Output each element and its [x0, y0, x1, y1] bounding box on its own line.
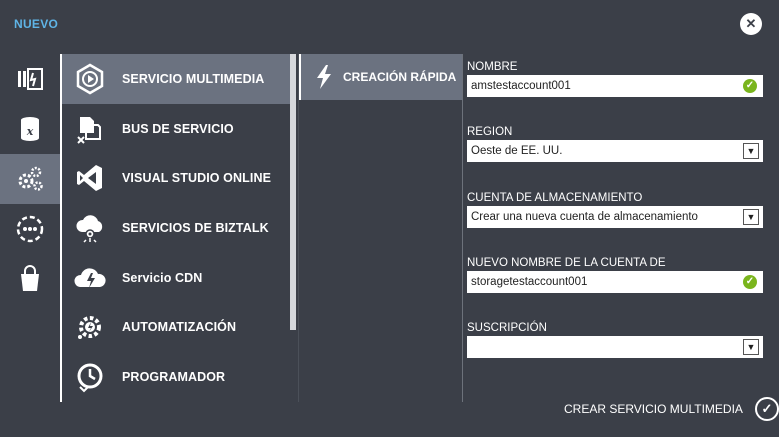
media-services-icon [72, 61, 108, 97]
automation-gear-icon [72, 309, 108, 345]
name-value: amstestaccount001 [471, 80, 571, 92]
new-storage-value: storagetestaccount001 [471, 276, 588, 288]
cdn-cloud-icon [72, 260, 108, 296]
column-divider [462, 54, 463, 402]
category-label: SERVICIOS DE BIZTALK [122, 220, 269, 235]
dialog-title: NUEVO [14, 17, 59, 31]
category-item-automation[interactable]: AUTOMATIZACIÓN [62, 302, 296, 352]
store-bag-icon [21, 265, 39, 291]
storage-group: CUENTA DE ALMACENAMIENTO Crear una nueva… [467, 191, 767, 228]
create-media-service-button[interactable]: CREAR SERVICIO MULTIMEDIA ✓ [564, 397, 779, 421]
category-label: VISUAL STUDIO ONLINE [122, 171, 272, 186]
category-label: AUTOMATIZACIÓN [122, 320, 237, 335]
category-item-media-services[interactable]: SERVICIO MULTIMEDIA [62, 54, 296, 104]
new-storage-group: NUEVO NOMBRE DE LA CUENTA DE ALMACENAMIE… [467, 256, 767, 293]
chevron-down-icon[interactable]: ▼ [743, 143, 759, 159]
category-item-visual-studio[interactable]: VISUAL STUDIO ONLINE [62, 153, 296, 203]
region-group: REGION Oeste de EE. UU. ▼ [467, 125, 767, 162]
storage-value: Crear una nueva cuenta de almacenamiento [471, 211, 698, 223]
rail-item-store[interactable] [0, 254, 60, 304]
method-label: CREACIÓN RÁPIDA [343, 70, 457, 84]
name-field[interactable]: amstestaccount001 ✓ [467, 75, 763, 97]
submit-label: CREAR SERVICIO MULTIMEDIA [564, 402, 743, 416]
rail-item-network-services[interactable] [0, 204, 60, 254]
category-label: PROGRAMADOR [122, 369, 226, 384]
new-storage-label: NUEVO NOMBRE DE LA CUENTA DE ALMACENAMIE… [467, 257, 666, 284]
category-item-biztalk[interactable]: SERVICIOS DE BIZTALK [62, 203, 296, 253]
create-method-list: CREACIÓN RÁPIDA [298, 54, 462, 402]
category-list: SERVICIO MULTIMEDIA BUS DE SERVICIO VISU… [60, 54, 296, 402]
region-value: Oeste de EE. UU. [471, 145, 563, 157]
scheduler-clock-icon [72, 359, 108, 395]
svg-text:x: x [26, 125, 34, 138]
web-sites-icon [18, 68, 43, 90]
storage-label: CUENTA DE ALMACENAMIENTO [467, 192, 643, 204]
rail-item-web-sites[interactable] [0, 54, 60, 104]
category-item-service-bus[interactable]: BUS DE SERVICIO [62, 104, 296, 154]
method-item-quick-create[interactable]: CREACIÓN RÁPIDA [299, 54, 462, 100]
subscription-group: SUSCRIPCIÓN ▼ [467, 321, 767, 358]
close-icon[interactable]: ✕ [740, 13, 762, 35]
rail-item-sql-database[interactable]: x [0, 104, 60, 154]
category-rail: x [0, 54, 60, 304]
biztalk-cloud-icon [72, 210, 108, 246]
storage-select[interactable]: Crear una nueva cuenta de almacenamiento… [467, 206, 763, 228]
category-item-scheduler[interactable]: PROGRAMADOR [62, 352, 296, 402]
subscription-select[interactable]: ▼ [467, 336, 763, 358]
subscription-label: SUSCRIPCIÓN [467, 322, 547, 334]
category-label: Servicio CDN [122, 270, 203, 285]
network-services-icon [16, 215, 44, 243]
chevron-down-icon[interactable]: ▼ [743, 209, 759, 225]
name-label: NOMBRE [467, 61, 518, 73]
category-item-cdn[interactable]: Servicio CDN [62, 253, 296, 303]
sql-database-icon: x [21, 117, 39, 141]
region-select[interactable]: Oeste de EE. UU. ▼ [467, 140, 763, 162]
name-group: NOMBRE amstestaccount001 ✓ [467, 60, 767, 97]
valid-check-icon: ✓ [743, 79, 757, 93]
service-bus-icon [72, 111, 108, 147]
valid-check-icon: ✓ [743, 275, 757, 289]
category-scrollbar[interactable] [290, 54, 296, 330]
category-label: SERVICIO MULTIMEDIA [122, 71, 265, 86]
new-storage-field[interactable]: storagetestaccount001 ✓ [467, 271, 763, 293]
rail-item-app-services[interactable] [0, 154, 60, 204]
checkmark-icon[interactable]: ✓ [754, 397, 779, 421]
lightning-icon [317, 65, 331, 89]
visual-studio-icon [72, 160, 108, 196]
chevron-down-icon[interactable]: ▼ [743, 339, 759, 355]
region-label: REGION [467, 126, 513, 138]
category-label: BUS DE SERVICIO [122, 121, 234, 136]
app-services-icon [18, 166, 43, 191]
